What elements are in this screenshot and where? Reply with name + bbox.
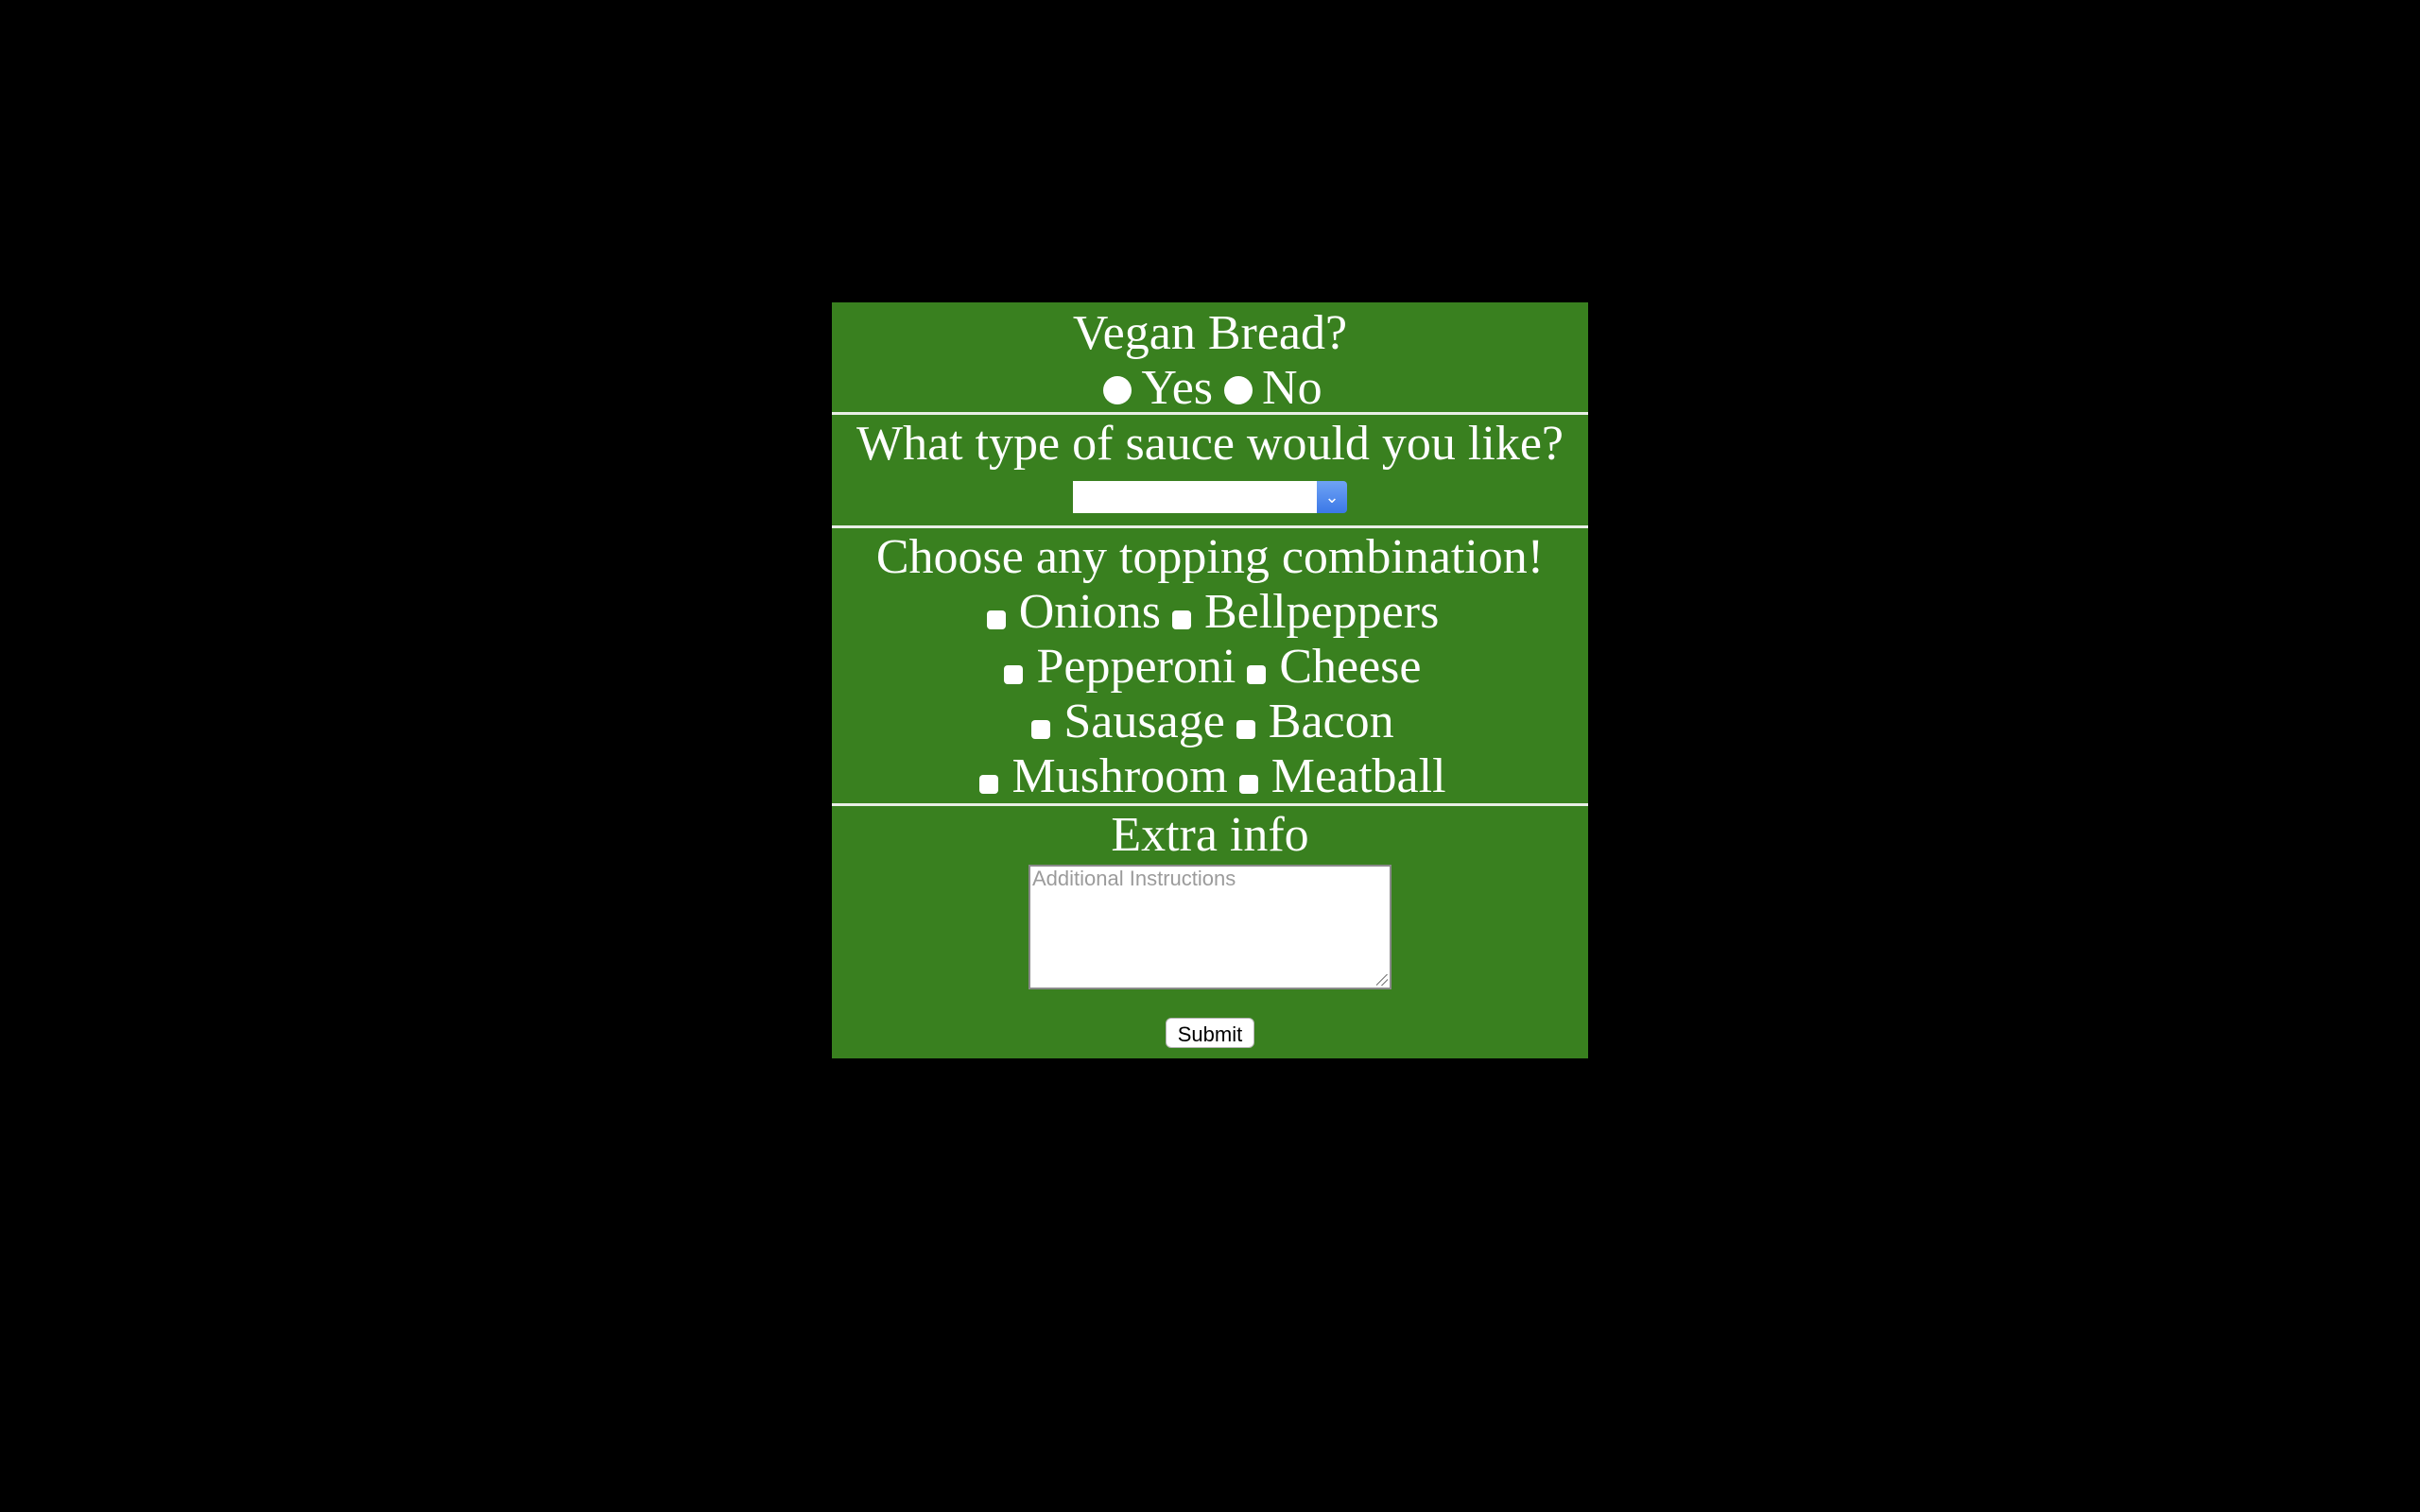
sauce-section: What type of sauce would you like? ⌄ — [832, 415, 1588, 528]
toppings-section: Choose any topping combination! Onions B… — [832, 528, 1588, 806]
vegan-heading: Vegan Bread? — [1072, 306, 1348, 360]
sauce-heading: What type of sauce would you like? — [856, 417, 1564, 471]
sauce-select[interactable]: ⌄ — [1073, 481, 1347, 513]
toppings-row: Mushroom Meatball — [832, 749, 1588, 804]
vegan-yes-label: Yes — [1141, 361, 1214, 415]
toppings-row: Pepperoni Cheese — [832, 640, 1588, 695]
extra-section: Extra info Additional Instructions Submi… — [832, 806, 1588, 1048]
cheese-label: Cheese — [1279, 640, 1422, 694]
sauce-select-value — [1073, 481, 1317, 513]
sausage-checkbox[interactable] — [1031, 720, 1051, 739]
pizza-order-form: Vegan Bread? Yes No What type of sauce w… — [832, 302, 1588, 1058]
toppings-row: Onions Bellpeppers — [832, 585, 1588, 640]
instructions-textarea[interactable]: Additional Instructions — [1028, 865, 1392, 989]
meatball-label: Meatball — [1270, 749, 1446, 803]
bellpeppers-checkbox[interactable] — [1171, 610, 1191, 629]
pepperoni-checkbox[interactable] — [1004, 665, 1024, 684]
onions-label: Onions — [1018, 585, 1161, 639]
mushroom-label: Mushroom — [1011, 749, 1228, 803]
mushroom-checkbox[interactable] — [979, 775, 999, 794]
extra-heading: Extra info — [1111, 808, 1309, 862]
instructions-placeholder: Additional Instructions — [1032, 867, 1236, 890]
vegan-yes-radio[interactable] — [1103, 376, 1132, 404]
toppings-row: Sausage Bacon — [832, 695, 1588, 749]
cheese-checkbox[interactable] — [1247, 665, 1267, 684]
toppings-heading: Choose any topping combination! — [875, 530, 1545, 584]
pepperoni-label: Pepperoni — [1036, 640, 1236, 694]
bacon-label: Bacon — [1268, 695, 1394, 748]
vegan-no-radio[interactable] — [1224, 376, 1253, 404]
vegan-options: Yes No — [832, 361, 1588, 416]
chevron-down-icon: ⌄ — [1317, 481, 1347, 513]
onions-checkbox[interactable] — [986, 610, 1006, 629]
submit-button[interactable]: Submit — [1165, 1018, 1255, 1048]
bacon-checkbox[interactable] — [1236, 720, 1255, 739]
sausage-label: Sausage — [1063, 695, 1225, 748]
bellpeppers-label: Bellpeppers — [1203, 585, 1440, 639]
meatball-checkbox[interactable] — [1238, 775, 1258, 794]
vegan-no-label: No — [1262, 361, 1322, 415]
resize-grip-icon[interactable] — [1376, 974, 1388, 986]
vegan-section: Vegan Bread? Yes No — [832, 302, 1588, 415]
